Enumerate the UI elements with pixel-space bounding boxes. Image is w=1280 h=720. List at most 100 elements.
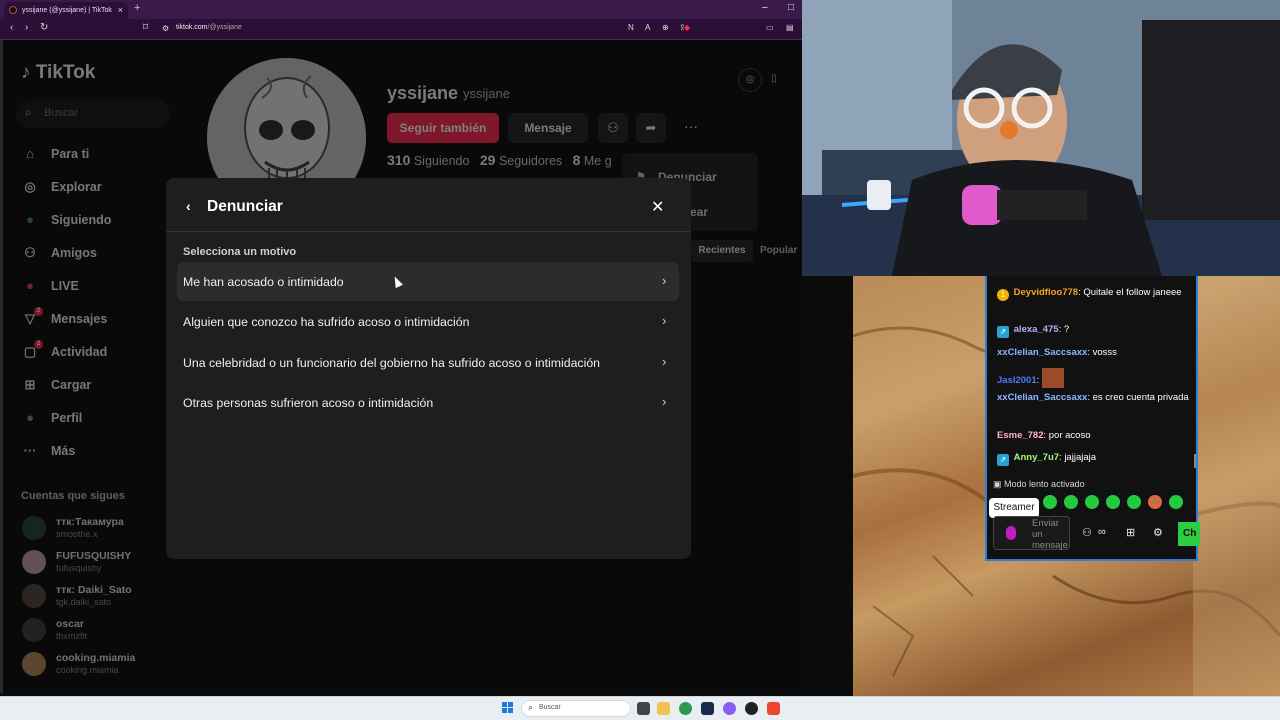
webcam-feed [802,0,1280,276]
chat-username[interactable]: alexa_475 [1014,324,1059,335]
obs-icon[interactable] [745,702,758,715]
wallet-icon[interactable]: ▤ [786,23,794,32]
chat-text: : vosss [1087,347,1117,358]
brave-shield-icon[interactable]: ◆ [684,23,690,32]
tiktok-page: ♪ TikTok ⌕ ⌂Para ti ◎Explorar ●Siguiendo… [0,40,802,693]
camera-icon: ▣ [993,479,1002,489]
channel-badge-icon: ⇗ [997,454,1009,466]
reason-label: Me han acosado o intimidado [183,275,344,289]
gift-icon[interactable]: ⊞ [1126,526,1135,539]
translate-icon[interactable]: A [645,23,650,32]
chat-input[interactable]: Enviar un mensaje [993,516,1070,551]
modal-title: Denunciar [207,198,283,215]
chat-username[interactable]: Esme_782 [997,430,1043,441]
chat-username[interactable]: Deyvidfloo778 [1014,287,1078,298]
browser-window: yssijane (@yssijane) | TikTok × + – □ ‹ … [0,0,802,693]
chat-message: xxClelian_Saccsaxx: vosss [997,346,1193,360]
report-reason-option[interactable]: Una celebridad o un funcionario del gobi… [177,343,679,382]
taskbar-search-label: Buscar [539,704,561,711]
file-explorer-icon[interactable] [657,702,670,715]
chat-text: : por acoso [1043,430,1091,441]
address-bar: ‹ › ↻ ⌑ ⚙ tiktok.com/@yssijane N A ⊕ ⇪ ◆… [0,19,802,40]
users-icon[interactable]: ⚇ [1082,526,1092,539]
search-icon: ⌕ [528,702,534,712]
streamer-tooltip: Streamer [989,498,1039,518]
site-info-icon[interactable]: ⚙ [162,24,169,33]
screen: yssijane (@yssijane) | TikTok × + – □ ‹ … [0,0,1280,720]
channel-badge-icon: ⇗ [997,326,1009,338]
emote-icon[interactable]: ☺ [1043,495,1057,509]
tiktok-favicon-icon [9,6,17,14]
chat-username[interactable]: Anny_7u7 [1014,452,1059,463]
emote-icon[interactable]: ☺ [1085,495,1099,509]
zoom-icon[interactable]: ⊕ [662,23,669,32]
emote-icon[interactable]: ☺ [1064,495,1078,509]
chat-message: ⇗ alexa_475: ? [997,323,1193,338]
chevron-right-icon: › [662,394,667,409]
task-view-icon[interactable] [637,702,650,715]
chat-input-placeholder: Enviar un mensaje [1032,518,1068,551]
tab-strip: yssijane (@yssijane) | TikTok × + – □ [0,0,802,19]
reload-icon[interactable]: ↻ [40,22,48,33]
infinity-icon[interactable]: ∞ [1098,526,1106,538]
close-tab-icon[interactable]: × [118,2,123,19]
report-reason-option[interactable]: Me han acosado o intimidado › [177,262,679,301]
brave-browser-icon[interactable] [767,702,780,715]
chevron-right-icon: › [662,313,667,328]
chat-username[interactable]: xxClelian_Saccsaxx [997,347,1087,358]
chat-text: : ? [1058,324,1070,335]
emote-icon[interactable]: ☺ [1148,495,1162,509]
close-icon[interactable]: ✕ [651,197,664,217]
chevron-right-icon: › [662,273,667,288]
chat-message: ⇗ Anny_7u7: jajjajaja [997,451,1193,466]
chat-username[interactable]: xxClelian_Saccsaxx [997,392,1087,403]
reason-label: Otras personas sufrieron acoso o intimid… [183,396,434,410]
windows-start-icon[interactable] [502,702,514,714]
report-modal: ‹ Denunciar ✕ Selecciona un motivo Me ha… [166,178,691,559]
chat-text: : [1036,375,1040,386]
back-arrow-icon[interactable]: ‹ [10,22,13,33]
modal-subtitle: Selecciona un motivo [183,246,297,258]
webcam-image [802,0,1280,276]
chat-message: Esme_782: por acoso [997,429,1193,443]
sidebar-toggle-icon[interactable]: ▭ [766,23,774,32]
photoshop-icon[interactable] [701,702,714,715]
report-reason-option[interactable]: Alguien que conozco ha sufrido acoso o i… [177,302,679,341]
emote-icon[interactable]: ☺ [1106,495,1120,509]
report-reason-option[interactable]: Otras personas sufrieron acoso o intimid… [177,383,679,422]
new-tab-button[interactable]: + [134,2,140,14]
chat-message: Jasl2001: [997,368,1193,388]
back-chevron-icon[interactable]: ‹ [186,198,191,214]
bookmark-icon[interactable]: ⌑ [143,22,148,33]
maximize-icon[interactable]: □ [788,2,794,13]
emote-icon[interactable]: ☺ [1169,495,1183,509]
emote-icon[interactable]: ☺ [1127,495,1141,509]
window-edge [0,40,3,693]
minimize-icon[interactable]: – [762,2,768,13]
chrome-icon[interactable] [679,702,692,715]
chat-username[interactable]: Jasl2001 [997,375,1037,386]
slow-mode-notice: ▣ Modo lento activado [993,479,1085,490]
reader-icon[interactable]: N [628,23,634,32]
url-host: tiktok.com [176,24,208,31]
browser-tab[interactable]: yssijane (@yssijane) | TikTok × [4,2,128,19]
chat-send-button[interactable]: Ch [1178,522,1200,546]
chat-message: xxClelian_Saccsaxx: es creo cuenta priva… [997,391,1193,405]
messenger-icon[interactable] [723,702,736,715]
modal-divider [166,231,691,232]
slow-mode-text: Modo lento activado [1004,479,1085,489]
settings-gear-icon[interactable]: ⚙ [1153,526,1163,539]
stream-chat: 1 Deyvidfloo778: Quitale el follow janee… [985,276,1200,561]
url-field[interactable]: tiktok.com/@yssijane [176,24,242,31]
chat-text: : Quitale el follow janeee [1078,287,1182,298]
forward-arrow-icon[interactable]: › [25,22,28,33]
chat-text: : jajjajaja [1059,452,1097,463]
taskbar-search[interactable]: ⌕ Buscar [521,700,631,717]
microphone-icon[interactable] [1006,526,1016,540]
chat-message: 1 Deyvidfloo778: Quitale el follow janee… [997,286,1193,301]
chevron-right-icon: › [662,354,667,369]
emote-image [1041,368,1064,388]
chat-scrollbar[interactable] [1194,454,1196,468]
url-path: /@yssijane [207,24,242,31]
windows-taskbar: ⌕ Buscar [0,696,1280,720]
